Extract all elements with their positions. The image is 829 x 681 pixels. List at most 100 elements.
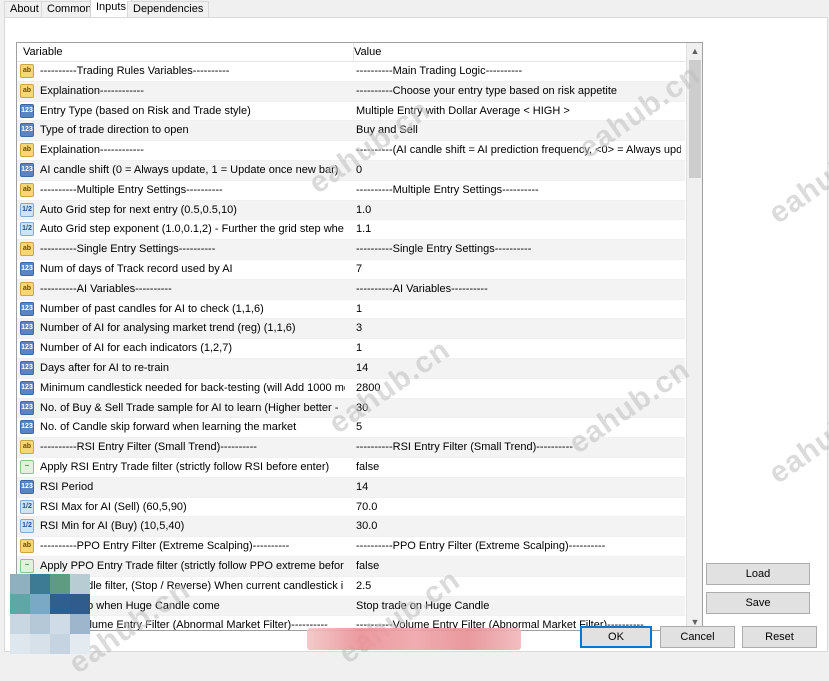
variable-name: ----------Single Entry Settings---------… [40,243,216,256]
inputs-grid: Variable Value ab ----------Trading Rules… [16,42,703,631]
variable-value[interactable]: 2.5 [356,577,681,595]
variable-value[interactable]: Stop trade on Huge Candle [356,597,681,615]
variable-name: RSI Max for AI (Sell) (60,5,90) [40,500,187,513]
scrollbar-thumb[interactable] [689,60,701,178]
variable-name: RSI Min for AI (Buy) (10,5,40) [40,520,185,533]
variable-name: No. of Candle skip forward when learning… [40,421,297,434]
variable-value[interactable]: ----------RSI Entry Filter (Small Trend)… [356,438,681,456]
table-row[interactable]: ab ----------Trading Rules Variables-----… [17,62,685,82]
variable-value[interactable]: 3 [356,319,681,337]
table-row[interactable]: 123 Entry Type (based on Risk and Trade s… [17,102,685,122]
string-type-icon: ab [20,64,34,78]
variable-value[interactable]: Multiple Entry with Dollar Average < HIG… [356,102,681,120]
scroll-up-icon[interactable]: ▲ [687,43,702,59]
variable-name: Number of past candles for AI to check (… [40,302,264,315]
table-row[interactable]: ab ----------Single Entry Settings-------… [17,240,685,260]
table-row[interactable]: 123 Num of days of Track record used by A… [17,260,685,280]
variable-value[interactable]: ----------Main Trading Logic---------- [356,62,681,80]
table-row[interactable]: ab ----------RSI Entry Filter (Small Tren… [17,438,685,458]
variable-name: Type of trade direction to open [40,124,189,137]
variable-value[interactable]: 1.1 [356,220,681,238]
string-type-icon: ab [20,182,34,197]
redacted-area [10,574,110,654]
table-row[interactable]: 123 RSI Period 14 [17,477,685,498]
variable-name: ----------PPO Entry Filter (Extreme Scal… [40,540,290,553]
variable-name: Apply PPO Entry Trade filter (strictly f… [40,559,344,572]
table-row[interactable]: ab Explaination------------ ----------(AI … [17,141,685,161]
variable-value[interactable]: 30 [356,399,681,417]
integer-type-icon: 123 [20,341,34,356]
variable-value[interactable]: Buy and Sell [356,121,681,139]
variable-value[interactable]: ----------Choose your entry type based o… [356,82,681,100]
variable-value[interactable]: 30.0 [356,517,681,535]
integer-type-icon: 123 [20,479,34,494]
table-row[interactable]: 123 Number of past candles for AI to chec… [17,300,685,320]
reset-button[interactable]: Reset [742,626,817,648]
variable-value[interactable]: 70.0 [356,498,681,516]
ok-button[interactable]: OK [580,626,652,648]
table-row[interactable]: ab ----------Multiple Entry Settings-----… [17,181,685,201]
table-row[interactable]: 1/2 Auto Grid step exponent (1.0,0.1,2) -… [17,220,685,241]
variable-name: ----------Multiple Entry Settings-------… [40,183,223,196]
cancel-button[interactable]: Cancel [660,626,735,648]
variable-value[interactable]: ----------(AI candle shift = AI predicti… [356,141,681,159]
table-row[interactable]: 123 AI candle shift (0 = Always update, 1… [17,160,685,181]
save-button[interactable]: Save [706,592,810,614]
table-row[interactable]: 123 No. of Buy & Sell Trade sample for AI… [17,398,685,419]
variable-value[interactable]: 14 [356,359,681,377]
redacted-area [307,628,521,650]
table-row[interactable]: 123 Number of AI for each indicators (1,2… [17,339,685,359]
grid-header: Variable Value [17,43,685,62]
boolean-type-icon: ~ [20,558,34,573]
variable-value[interactable]: false [356,557,681,575]
variable-value[interactable]: 0 [356,161,681,179]
variable-name: ----------AI Variables---------- [40,282,172,295]
table-row[interactable]: 123What to do when Huge Candle comeStop … [17,596,685,617]
table-row[interactable]: ~ Apply RSI Entry Trade filter (strictly … [17,458,685,478]
variable-name: Number of AI for analysing market trend … [40,322,296,335]
variable-value[interactable]: 7 [356,260,681,278]
variable-name: AI candle shift (0 = Always update, 1 = … [40,163,339,176]
table-row[interactable]: 1/2 Auto Grid step for next entry (0.5,0.… [17,200,685,221]
table-row[interactable]: 1/2Huge candle filter, (Stop / Reverse) … [17,577,685,597]
table-row[interactable]: 1/2 RSI Min for AI (Buy) (10,5,40) 30.0 [17,517,685,538]
column-header-variable[interactable]: Variable [17,43,354,61]
integer-type-icon: 123 [20,261,34,276]
variable-name: Apply RSI Entry Trade filter (strictly f… [40,460,330,473]
table-row[interactable]: ab ----------AI Variables---------- ------… [17,279,685,300]
variable-value[interactable]: 1.0 [356,201,681,219]
variable-value[interactable]: false [356,458,681,476]
variable-value[interactable]: 14 [356,478,681,496]
table-row[interactable]: 123 No. of Candle skip forward when learn… [17,418,685,439]
table-row[interactable]: ab ----------PPO Entry Filter (Extreme Sc… [17,537,685,557]
column-header-value[interactable]: Value [348,43,684,61]
integer-type-icon: 123 [20,400,34,415]
integer-type-icon: 123 [20,162,34,177]
table-row[interactable]: 123 Type of trade direction to open Buy an… [17,121,685,142]
integer-type-icon: 123 [20,103,34,118]
variable-value[interactable]: ----------Multiple Entry Settings-------… [356,181,681,199]
table-row[interactable]: 123 Days after for AI to re-train 14 [17,358,685,379]
table-row[interactable]: 123 Number of AI for analysing market tre… [17,319,685,340]
table-row[interactable]: 1/2 RSI Max for AI (Sell) (60,5,90) 70.0 [17,498,685,518]
variable-value[interactable]: 5 [356,418,681,436]
table-row[interactable]: ab Explaination------------ ----------Choo… [17,81,685,102]
vertical-scrollbar[interactable]: ▲ ▼ [686,43,702,630]
variable-name: Num of days of Track record used by AI [40,262,233,275]
integer-type-icon: 123 [20,301,34,316]
double-type-icon: 1/2 [20,222,34,237]
variable-value[interactable]: 1 [356,339,681,357]
variable-name: Number of AI for each indicators (1,2,7) [40,342,232,355]
load-button[interactable]: Load [706,563,810,585]
variable-value[interactable]: 1 [356,300,681,318]
variable-value[interactable]: ----------Single Entry Settings---------… [356,240,681,258]
variable-value[interactable]: ----------AI Variables---------- [356,280,681,298]
string-type-icon: ab [20,242,34,257]
variable-value[interactable]: ----------PPO Entry Filter (Extreme Scal… [356,537,681,555]
table-row[interactable]: ~ Apply PPO Entry Trade filter (strictly … [17,556,685,577]
variable-value[interactable]: 2800 [356,379,681,397]
variable-name: Days after for AI to re-train [40,361,169,374]
integer-type-icon: 123 [20,360,34,375]
table-row[interactable]: 123 Minimum candlestick needed for back-t… [17,379,685,399]
variable-name: No. of Buy & Sell Trade sample for AI to… [40,401,339,414]
